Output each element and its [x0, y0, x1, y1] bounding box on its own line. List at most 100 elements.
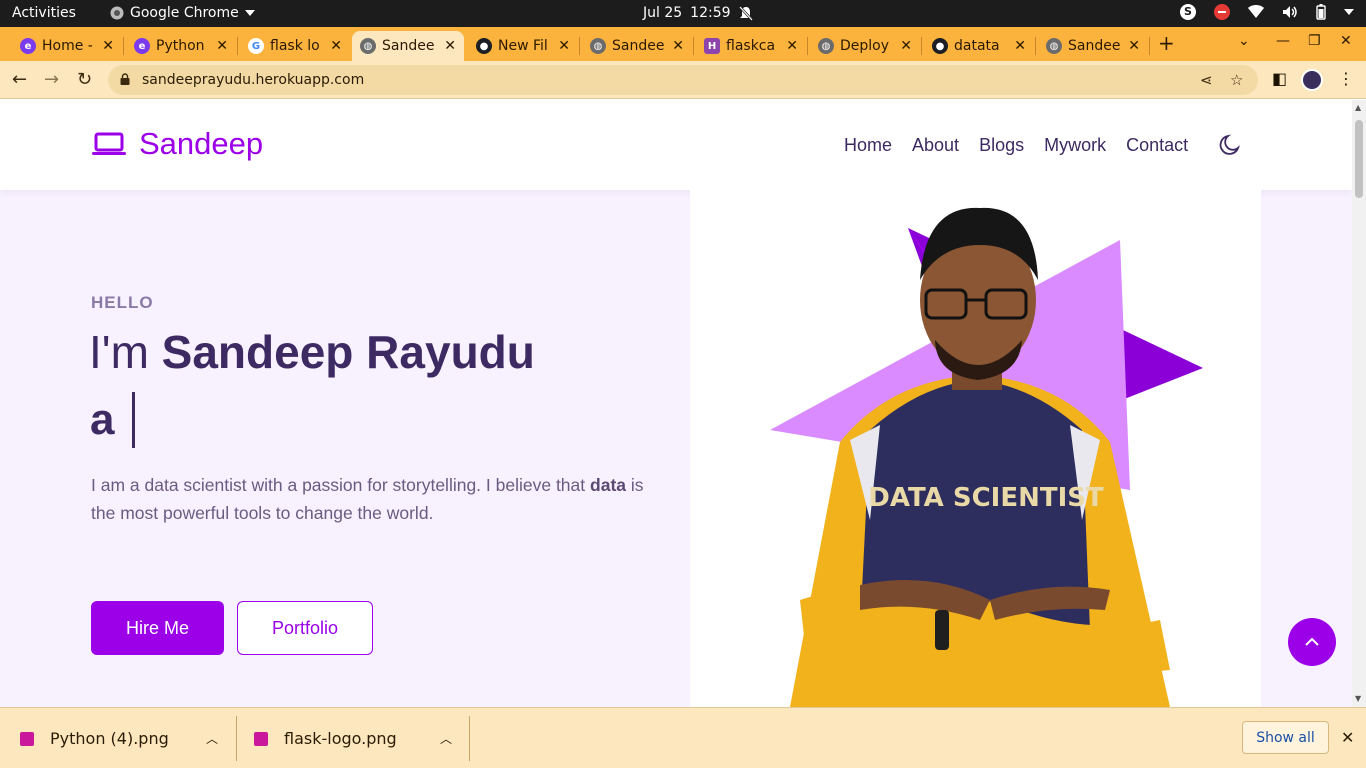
caret-down-icon: [244, 10, 255, 16]
nav-mywork[interactable]: Mywork: [1044, 135, 1106, 156]
browser-toolbar: ← → ↻ sandeeprayudu.herokuapp.com ⋖ ☆ ◧ …: [0, 61, 1366, 99]
close-icon[interactable]: ✕: [330, 38, 342, 54]
scrollbar-thumb[interactable]: [1355, 120, 1363, 198]
minimize-icon[interactable]: —: [1276, 33, 1290, 49]
window-close-icon[interactable]: ✕: [1340, 33, 1352, 49]
brand-name: Sandeep: [139, 126, 264, 161]
tab-separator: [123, 37, 124, 55]
reload-icon[interactable]: ↻: [77, 69, 92, 90]
forward-arrow-icon[interactable]: →: [44, 69, 59, 90]
wifi-icon: [1248, 5, 1264, 18]
tab-home[interactable]: e Home - ✕: [12, 31, 122, 61]
tab-deploy[interactable]: ◍ Deploy ✕: [810, 31, 920, 61]
tab-datata[interactable]: ● datata ✕: [924, 31, 1034, 61]
close-download-shelf-icon[interactable]: ✕: [1341, 728, 1354, 747]
hero-name: Sandeep Rayudu: [161, 326, 535, 378]
hero-headline: I'm Sandeep Rayudu: [89, 325, 535, 379]
chevron-up-icon[interactable]: ︿: [440, 730, 452, 747]
tab-search-icon[interactable]: ⌄: [1238, 33, 1250, 49]
system-tray[interactable]: S: [1180, 4, 1354, 20]
close-icon[interactable]: ✕: [1014, 38, 1026, 54]
scroll-down-arrow-icon[interactable]: ▼: [1355, 694, 1361, 703]
portfolio-button[interactable]: Portfolio: [237, 601, 373, 655]
download-separator: [469, 716, 470, 761]
clock-date: Jul 25: [643, 5, 683, 21]
scroll-up-arrow-icon[interactable]: ▲: [1355, 103, 1361, 112]
dark-mode-moon-icon[interactable]: [1218, 133, 1242, 157]
edge-icon: e: [134, 38, 150, 54]
tab-title: Deploy: [840, 38, 890, 54]
activities-button[interactable]: Activities: [12, 5, 76, 21]
share-icon[interactable]: ⋖: [1200, 71, 1213, 89]
download-item[interactable]: flask-logo.png ︿: [254, 708, 464, 769]
tab-title: Python: [156, 38, 205, 54]
side-panel-icon[interactable]: ◧: [1272, 69, 1287, 88]
image-file-icon: [254, 731, 268, 746]
close-icon[interactable]: ✕: [672, 38, 684, 54]
image-file-icon: [20, 731, 34, 746]
close-icon[interactable]: ✕: [558, 38, 570, 54]
chevron-up-icon[interactable]: ︿: [206, 730, 218, 747]
close-icon[interactable]: ✕: [102, 38, 114, 54]
web-page: Sandeep Home About Blogs Mywork Contact …: [0, 100, 1352, 707]
nav-blogs[interactable]: Blogs: [979, 135, 1024, 156]
url-text[interactable]: sandeeprayudu.herokuapp.com: [142, 72, 364, 88]
nav-about[interactable]: About: [912, 135, 959, 156]
download-filename: Python (4).png: [50, 729, 169, 748]
description-text: I am a data scientist with a passion for…: [91, 475, 586, 495]
tab-title: Sandee: [612, 38, 665, 54]
address-bar[interactable]: sandeeprayudu.herokuapp.com ⋖ ☆: [108, 65, 1258, 95]
page-scrollbar[interactable]: ▲ ▼: [1352, 100, 1366, 707]
tab-separator: [921, 37, 922, 55]
google-icon: G: [248, 38, 264, 54]
tab-title: flaskca: [726, 38, 776, 54]
tab-sandeep-2[interactable]: ◍ Sandee ✕: [582, 31, 692, 61]
back-arrow-icon[interactable]: ←: [12, 69, 27, 90]
github-icon: ●: [476, 38, 492, 54]
nav-home[interactable]: Home: [844, 135, 892, 156]
tab-title: New Fil: [498, 38, 548, 54]
tab-python[interactable]: e Python ✕: [126, 31, 236, 61]
clock-time: 12:59: [690, 5, 731, 21]
close-icon[interactable]: ✕: [900, 38, 912, 54]
close-icon[interactable]: ✕: [1128, 38, 1140, 54]
hire-me-button[interactable]: Hire Me: [91, 601, 224, 655]
download-separator: [236, 716, 237, 761]
site-brand[interactable]: Sandeep: [91, 126, 263, 162]
close-icon[interactable]: ✕: [444, 38, 456, 54]
tab-title: Home -: [42, 38, 93, 54]
hero-description: I am a data scientist with a passion for…: [91, 471, 661, 527]
tab-flask-logo[interactable]: G flask lo ✕: [240, 31, 350, 61]
new-tab-button[interactable]: +: [1158, 31, 1175, 55]
app-menu[interactable]: Google Chrome: [110, 5, 255, 21]
chevron-up-icon: [1305, 637, 1319, 646]
notifications-muted-icon: [738, 5, 753, 21]
bookmark-star-icon[interactable]: ☆: [1230, 71, 1243, 89]
do-not-disturb-icon[interactable]: [1214, 4, 1230, 20]
hero-intro-prefix: I'm: [89, 326, 149, 378]
clock[interactable]: Jul 25 12:59: [643, 5, 753, 21]
download-filename: flask-logo.png: [284, 729, 397, 748]
close-icon[interactable]: ✕: [786, 38, 798, 54]
tab-separator: [579, 37, 580, 55]
download-shelf: Python (4).png ︿ flask-logo.png ︿ Show a…: [0, 707, 1366, 768]
close-icon[interactable]: ✕: [216, 38, 228, 54]
tab-separator: [1035, 37, 1036, 55]
hero-portrait-image: DATA SCIENTIST: [770, 207, 1203, 707]
restore-icon[interactable]: ❐: [1308, 33, 1321, 49]
tab-flaskca[interactable]: H flaskca ✕: [696, 31, 806, 61]
skype-icon[interactable]: S: [1180, 4, 1196, 20]
profile-avatar[interactable]: [1301, 69, 1323, 91]
tab-new-file[interactable]: ● New Fil ✕: [468, 31, 578, 61]
scroll-to-top-button[interactable]: [1288, 618, 1336, 666]
globe-icon: ◍: [818, 38, 834, 54]
download-item[interactable]: Python (4).png ︿: [20, 708, 230, 769]
menu-kebab-icon[interactable]: ⋮: [1338, 69, 1354, 88]
typed-prefix: a: [90, 395, 115, 444]
show-all-downloads-button[interactable]: Show all: [1242, 721, 1329, 754]
tab-sandeep-active[interactable]: ◍ Sandee ✕: [352, 31, 464, 61]
tab-separator: [807, 37, 808, 55]
tab-sandeep-3[interactable]: ◍ Sandee ✕: [1038, 31, 1148, 61]
nav-contact[interactable]: Contact: [1126, 135, 1188, 156]
tab-separator: [693, 37, 694, 55]
